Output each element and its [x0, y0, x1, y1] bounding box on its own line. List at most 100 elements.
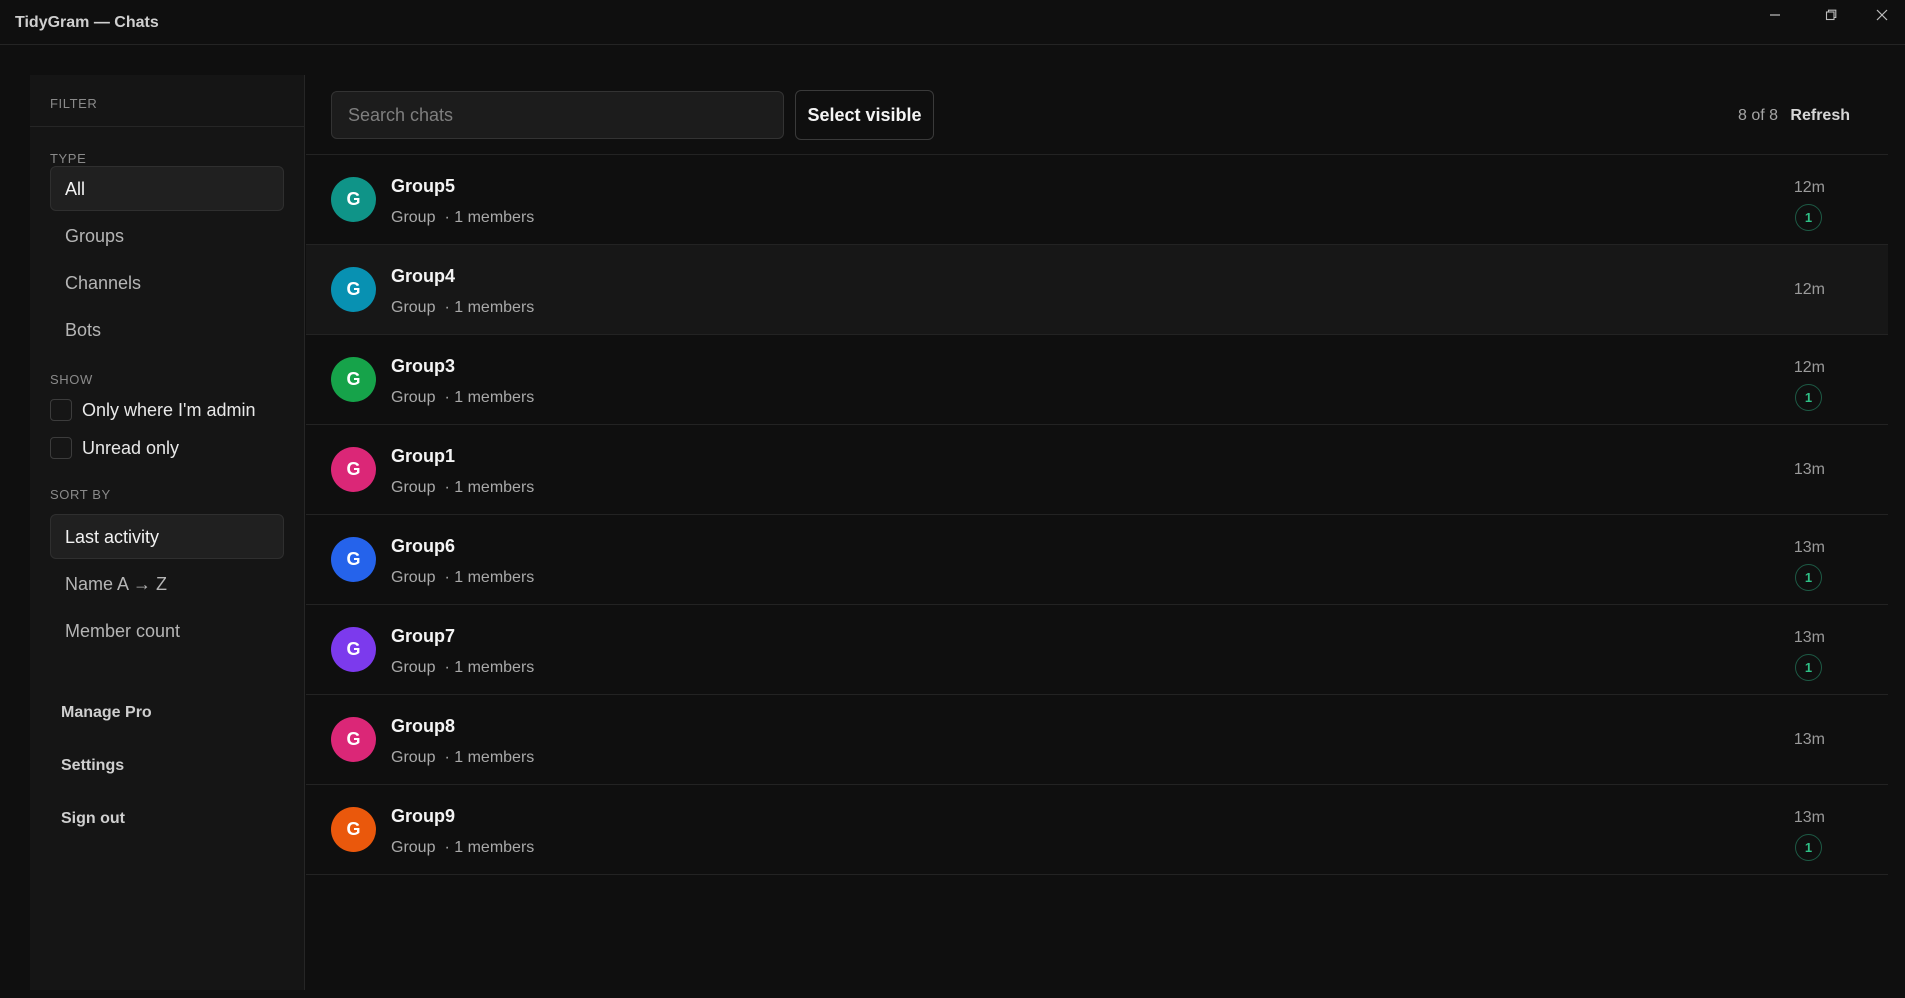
chat-row[interactable]: G Group9 Group · 1 members 13m 1 — [306, 785, 1888, 875]
type-section: TYPE All Groups Channels Bots — [50, 151, 284, 352]
chat-type: Group — [391, 749, 436, 766]
member-count: · 1 members — [444, 749, 535, 766]
avatar: G — [331, 537, 376, 582]
manage-pro-link[interactable]: Manage Pro — [50, 686, 284, 739]
avatar: G — [331, 357, 376, 402]
sort-heading: SORT BY — [50, 487, 111, 502]
chat-row[interactable]: G Group6 Group · 1 members 13m 1 — [306, 515, 1888, 605]
chat-time: 12m — [1793, 359, 1825, 376]
sort-option-name[interactable]: Name A → Z — [50, 561, 284, 606]
sidebar-links: Manage Pro Settings Sign out — [50, 686, 284, 845]
minimize-button[interactable] — [1752, 0, 1798, 30]
chat-name: Group9 — [391, 806, 456, 826]
unread-badge: 1 — [1795, 654, 1822, 681]
chat-meta: Group · 1 members — [391, 479, 538, 497]
chat-type: Group — [391, 299, 436, 316]
admin-only-checkbox[interactable] — [50, 399, 72, 421]
chat-toolbar: Select visible 8 of 8 Refresh — [306, 75, 1888, 155]
refresh-button[interactable]: Refresh — [1790, 107, 1850, 125]
close-button[interactable] — [1859, 0, 1905, 30]
avatar: G — [331, 267, 376, 312]
avatar: G — [331, 627, 376, 672]
settings-link[interactable]: Settings — [50, 739, 284, 792]
chat-name: Group8 — [391, 716, 456, 736]
chat-time: 13m — [1793, 629, 1825, 646]
filter-sidebar: FILTER TYPE All Groups Channels Bots SHO… — [30, 75, 305, 990]
restore-button[interactable] — [1808, 0, 1854, 30]
unread-badge: 1 — [1795, 564, 1822, 591]
admin-only-label: Only where I'm admin — [82, 399, 256, 420]
admin-only-checkbox-row[interactable]: Only where I'm admin — [50, 391, 284, 429]
chat-time: 12m — [1793, 179, 1825, 196]
chat-time: 12m — [1793, 281, 1825, 298]
chat-count: 8 of 8 — [1737, 107, 1778, 124]
type-heading: TYPE — [50, 151, 87, 166]
chat-meta: Group · 1 members — [391, 389, 538, 407]
chat-meta: Group · 1 members — [391, 569, 538, 587]
window-title: TidyGram — Chats — [15, 14, 159, 31]
chat-name: Group1 — [391, 446, 456, 466]
chat-row[interactable]: G Group7 Group · 1 members 13m 1 — [306, 605, 1888, 695]
chat-type: Group — [391, 389, 436, 406]
avatar: G — [331, 717, 376, 762]
search-input[interactable] — [331, 91, 784, 139]
unread-badge: 1 — [1795, 834, 1822, 861]
chat-time: 13m — [1793, 809, 1825, 826]
sign-out-link[interactable]: Sign out — [50, 792, 284, 845]
avatar: G — [331, 177, 376, 222]
avatar: G — [331, 807, 376, 852]
show-section: SHOW Only where I'm admin Unread only — [50, 372, 284, 467]
chat-row[interactable]: G Group1 Group · 1 members 13m — [306, 425, 1888, 515]
chat-row[interactable]: G Group3 Group · 1 members 12m 1 — [306, 335, 1888, 425]
member-count: · 1 members — [444, 209, 535, 226]
sort-option-last-activity[interactable]: Last activity — [50, 514, 284, 559]
unread-only-label: Unread only — [82, 437, 180, 458]
type-option-bots[interactable]: Bots — [50, 307, 284, 352]
avatar: G — [331, 447, 376, 492]
member-count: · 1 members — [444, 659, 535, 676]
chat-row[interactable]: G Group4 Group · 1 members 12m — [306, 245, 1888, 335]
chat-time: 13m — [1793, 731, 1825, 748]
chat-name: Group4 — [391, 266, 456, 286]
unread-only-checkbox[interactable] — [50, 437, 72, 459]
chat-type: Group — [391, 839, 436, 856]
chat-name: Group7 — [391, 626, 456, 646]
chat-type: Group — [391, 479, 436, 496]
type-option-channels[interactable]: Channels — [50, 260, 284, 305]
chat-time: 13m — [1793, 539, 1825, 556]
close-icon — [1876, 9, 1888, 21]
chat-panel: Select visible 8 of 8 Refresh G Group5 G… — [306, 75, 1888, 998]
chat-meta: Group · 1 members — [391, 209, 538, 227]
select-visible-button[interactable]: Select visible — [795, 90, 934, 140]
member-count: · 1 members — [444, 299, 535, 316]
sort-option-member-count[interactable]: Member count — [50, 608, 284, 653]
type-option-all[interactable]: All — [50, 166, 284, 211]
member-count: · 1 members — [444, 569, 535, 586]
sort-section: SORT BY Last activity Name A → Z Member … — [50, 487, 284, 653]
chat-meta: Group · 1 members — [391, 839, 538, 857]
chat-type: Group — [391, 209, 436, 226]
unread-only-checkbox-row[interactable]: Unread only — [50, 429, 284, 467]
chat-list: G Group5 Group · 1 members 12m 1 G Group4… — [306, 155, 1888, 875]
show-heading: SHOW — [50, 372, 93, 387]
type-option-groups[interactable]: Groups — [50, 213, 284, 258]
chat-row[interactable]: G Group8 Group · 1 members 13m — [306, 695, 1888, 785]
chat-row[interactable]: G Group5 Group · 1 members 12m 1 — [306, 155, 1888, 245]
chat-meta: Group · 1 members — [391, 749, 538, 767]
chat-name: Group3 — [391, 356, 456, 376]
member-count: · 1 members — [444, 839, 535, 856]
chat-type: Group — [391, 659, 436, 676]
filter-header: FILTER — [30, 75, 304, 127]
chat-name: Group6 — [391, 536, 456, 556]
chat-meta: Group · 1 members — [391, 299, 538, 317]
filter-heading: FILTER — [50, 96, 98, 111]
member-count: · 1 members — [444, 389, 535, 406]
restore-icon — [1825, 9, 1837, 21]
unread-badge: 1 — [1795, 384, 1822, 411]
member-count: · 1 members — [444, 479, 535, 496]
minimize-icon — [1770, 14, 1780, 16]
unread-badge: 1 — [1795, 204, 1822, 231]
title-bar: TidyGram — Chats — [0, 0, 1905, 45]
chat-time: 13m — [1793, 461, 1825, 478]
chat-type: Group — [391, 569, 436, 586]
